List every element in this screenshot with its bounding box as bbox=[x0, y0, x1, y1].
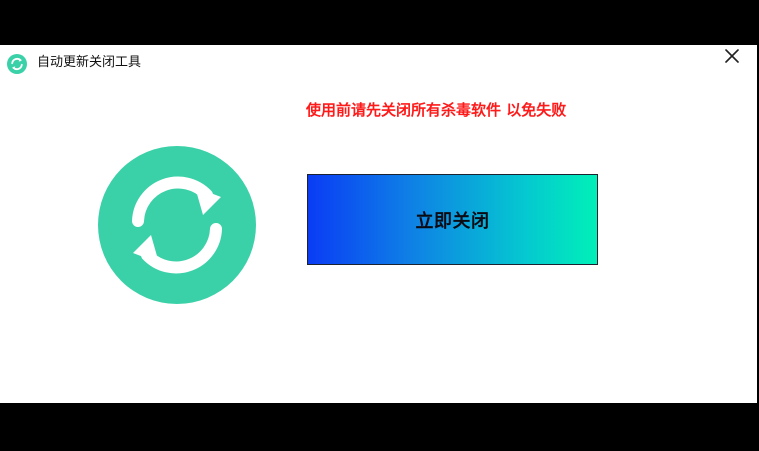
close-icon bbox=[725, 49, 739, 63]
close-now-label: 立即关闭 bbox=[415, 210, 490, 232]
close-button[interactable] bbox=[719, 45, 745, 67]
close-now-button[interactable]: 立即关闭 bbox=[307, 174, 598, 265]
app-window: 自动更新关闭工具 使用前请先关闭所有杀毒软件 以免失败 立即关闭 bbox=[0, 45, 757, 403]
window-title: 自动更新关闭工具 bbox=[37, 55, 142, 70]
refresh-icon bbox=[98, 146, 256, 304]
app-refresh-icon bbox=[7, 54, 27, 74]
antivirus-warning: 使用前请先关闭所有杀毒软件 以免失败 bbox=[306, 101, 567, 119]
